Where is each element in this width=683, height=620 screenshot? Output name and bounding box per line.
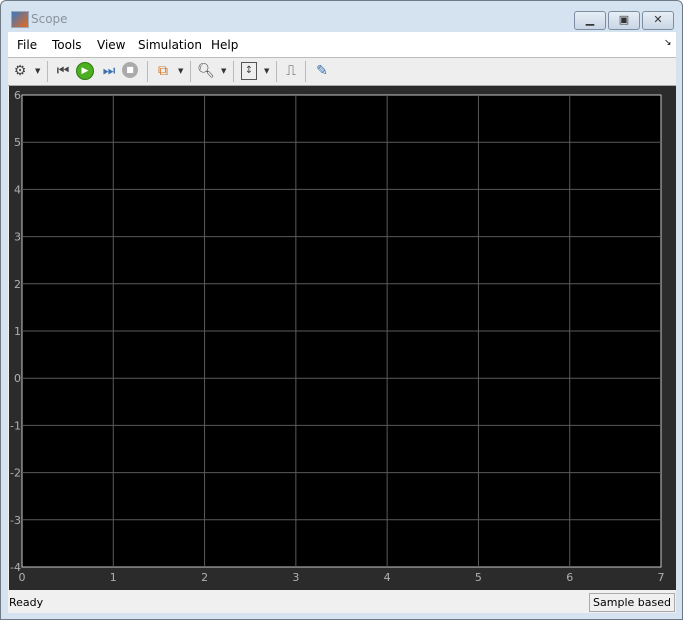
status-bar: Ready Sample based	[8, 591, 676, 613]
y-tick-label: 0	[14, 372, 21, 385]
x-tick-label: 7	[658, 571, 665, 584]
step-forward-icon[interactable]: ⏭	[100, 62, 118, 80]
separator	[276, 61, 277, 82]
run-icon[interactable]: ▶	[76, 62, 94, 80]
chevron-down-icon[interactable]: ▼	[264, 67, 269, 75]
y-tick-label: 1	[14, 325, 21, 338]
y-tick-label: 4	[14, 183, 21, 196]
x-tick-label: 1	[110, 571, 117, 584]
y-tick-label: 5	[14, 136, 21, 149]
matlab-icon	[11, 11, 29, 28]
client-area: File Tools View Simulation Help ↘ ⚙ ▼ ⏮ ▶…	[8, 32, 676, 613]
y-tick-label: 6	[14, 89, 21, 102]
sample-mode: Sample based	[589, 593, 675, 612]
separator	[305, 61, 306, 82]
y-tick-label: 3	[14, 231, 21, 244]
undock-icon[interactable]: ↘	[664, 38, 672, 48]
separator	[233, 61, 234, 82]
scope-window: Scope ▁ ▣ ✕ File Tools View Simulation H…	[0, 0, 683, 620]
y-tick-label: -1	[10, 419, 21, 432]
stop-icon[interactable]: ■	[122, 62, 138, 78]
toolbar: ⚙ ▼ ⏮ ▶ ⏭ ■ ⧉ ▼ 🔍︎ ▼ ↕ ▼ ⎍ ✎	[8, 58, 676, 86]
scope-axes[interactable]: 0 1 2 3 4 5 6 7-4-3-2-10123456	[9, 86, 676, 590]
close-button[interactable]: ✕	[642, 11, 674, 30]
menu-help[interactable]: Help	[211, 38, 238, 52]
chevron-down-icon[interactable]: ▼	[221, 67, 226, 75]
x-tick-label: 2	[201, 571, 208, 584]
step-back-icon[interactable]: ⏮	[54, 62, 72, 80]
measure-icon[interactable]: ✎	[313, 62, 331, 80]
separator	[47, 61, 48, 82]
separator	[147, 61, 148, 82]
y-tick-label: -2	[10, 467, 21, 480]
y-tick-label: -3	[10, 514, 21, 527]
x-tick-label: 6	[566, 571, 573, 584]
gear-icon[interactable]: ⚙	[11, 62, 29, 80]
trigger-icon[interactable]: ⎍	[282, 62, 300, 80]
menu-view[interactable]: View	[97, 38, 125, 52]
signal-select-icon[interactable]: ⧉	[154, 62, 172, 80]
x-tick-label: 4	[384, 571, 391, 584]
chevron-down-icon[interactable]: ▼	[178, 67, 183, 75]
chevron-down-icon[interactable]: ▼	[35, 67, 40, 75]
separator	[190, 61, 191, 82]
zoom-icon[interactable]: 🔍︎	[197, 62, 215, 80]
y-tick-label: 2	[14, 278, 21, 291]
minimize-button[interactable]: ▁	[574, 11, 606, 30]
y-tick-label: -4	[10, 561, 21, 574]
menu-simulation[interactable]: Simulation	[138, 38, 202, 52]
x-tick-label: 3	[292, 571, 299, 584]
menu-tools[interactable]: Tools	[52, 38, 82, 52]
status-text: Ready	[9, 596, 44, 609]
menu-bar: File Tools View Simulation Help ↘	[8, 32, 676, 58]
maximize-button[interactable]: ▣	[608, 11, 640, 30]
menu-file[interactable]: File	[17, 38, 37, 52]
autoscale-icon[interactable]: ↕	[241, 62, 257, 80]
window-title: Scope	[31, 12, 68, 26]
x-tick-label: 5	[475, 571, 482, 584]
